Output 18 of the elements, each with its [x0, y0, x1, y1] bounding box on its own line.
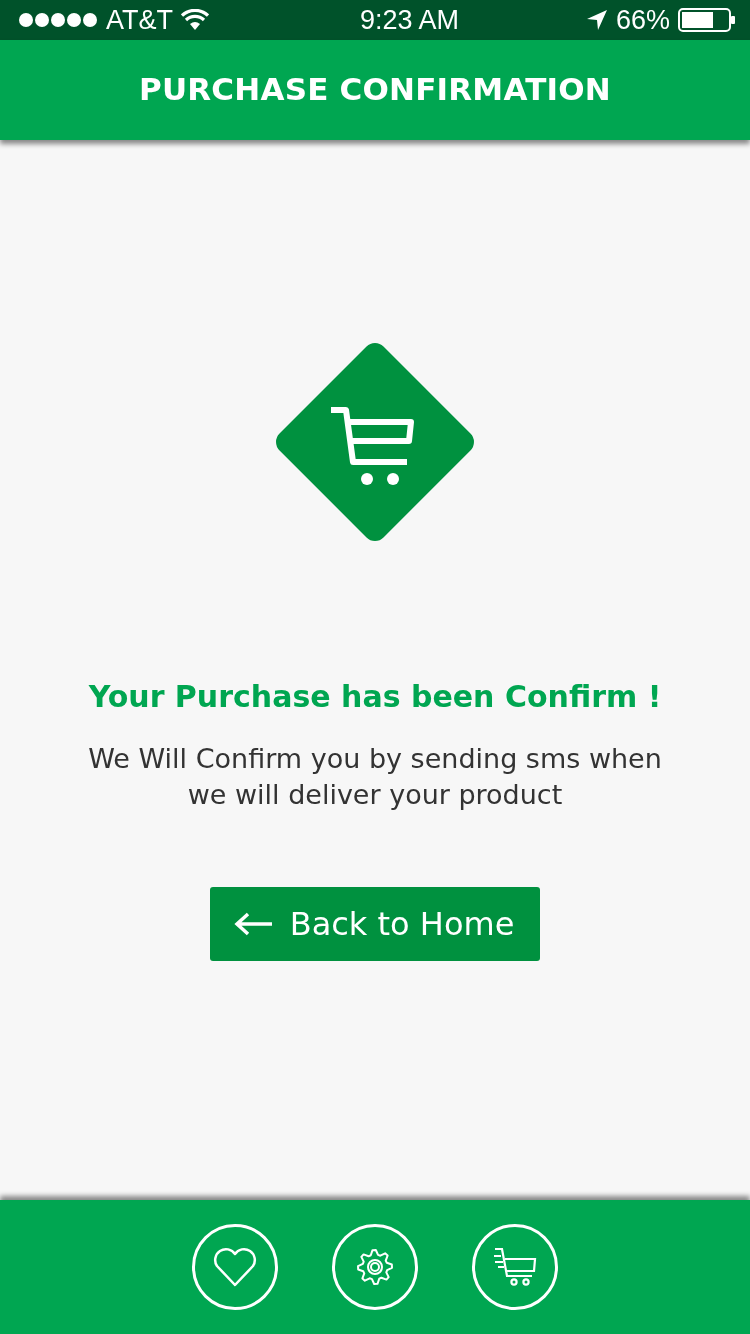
back-arrow-icon — [233, 912, 274, 936]
status-time: 9:23 AM — [359, 3, 459, 37]
back-to-home-button[interactable]: Back to Home — [209, 887, 541, 961]
cart-icon — [492, 1246, 538, 1288]
cart-nav-button[interactable] — [472, 1224, 558, 1310]
settings-nav-button[interactable] — [332, 1224, 418, 1310]
battery-percentage: 66% — [615, 3, 670, 37]
signal-icon — [18, 12, 98, 28]
favorites-nav-button[interactable] — [192, 1224, 278, 1310]
page-title: PURCHASE CONFIRMATION — [139, 71, 611, 109]
wifi-icon — [181, 9, 209, 31]
confirmation-heading: Your Purchase has been Confirm ! — [88, 678, 662, 716]
confirmation-message: We Will Confirm you by sending sms when we will deliver your product — [87, 742, 663, 812]
carrier-name: AT&T — [106, 3, 173, 37]
battery-icon — [678, 8, 736, 32]
settings-icon — [355, 1247, 395, 1287]
location-arrow-icon — [585, 9, 608, 31]
heart-icon — [212, 1246, 258, 1288]
